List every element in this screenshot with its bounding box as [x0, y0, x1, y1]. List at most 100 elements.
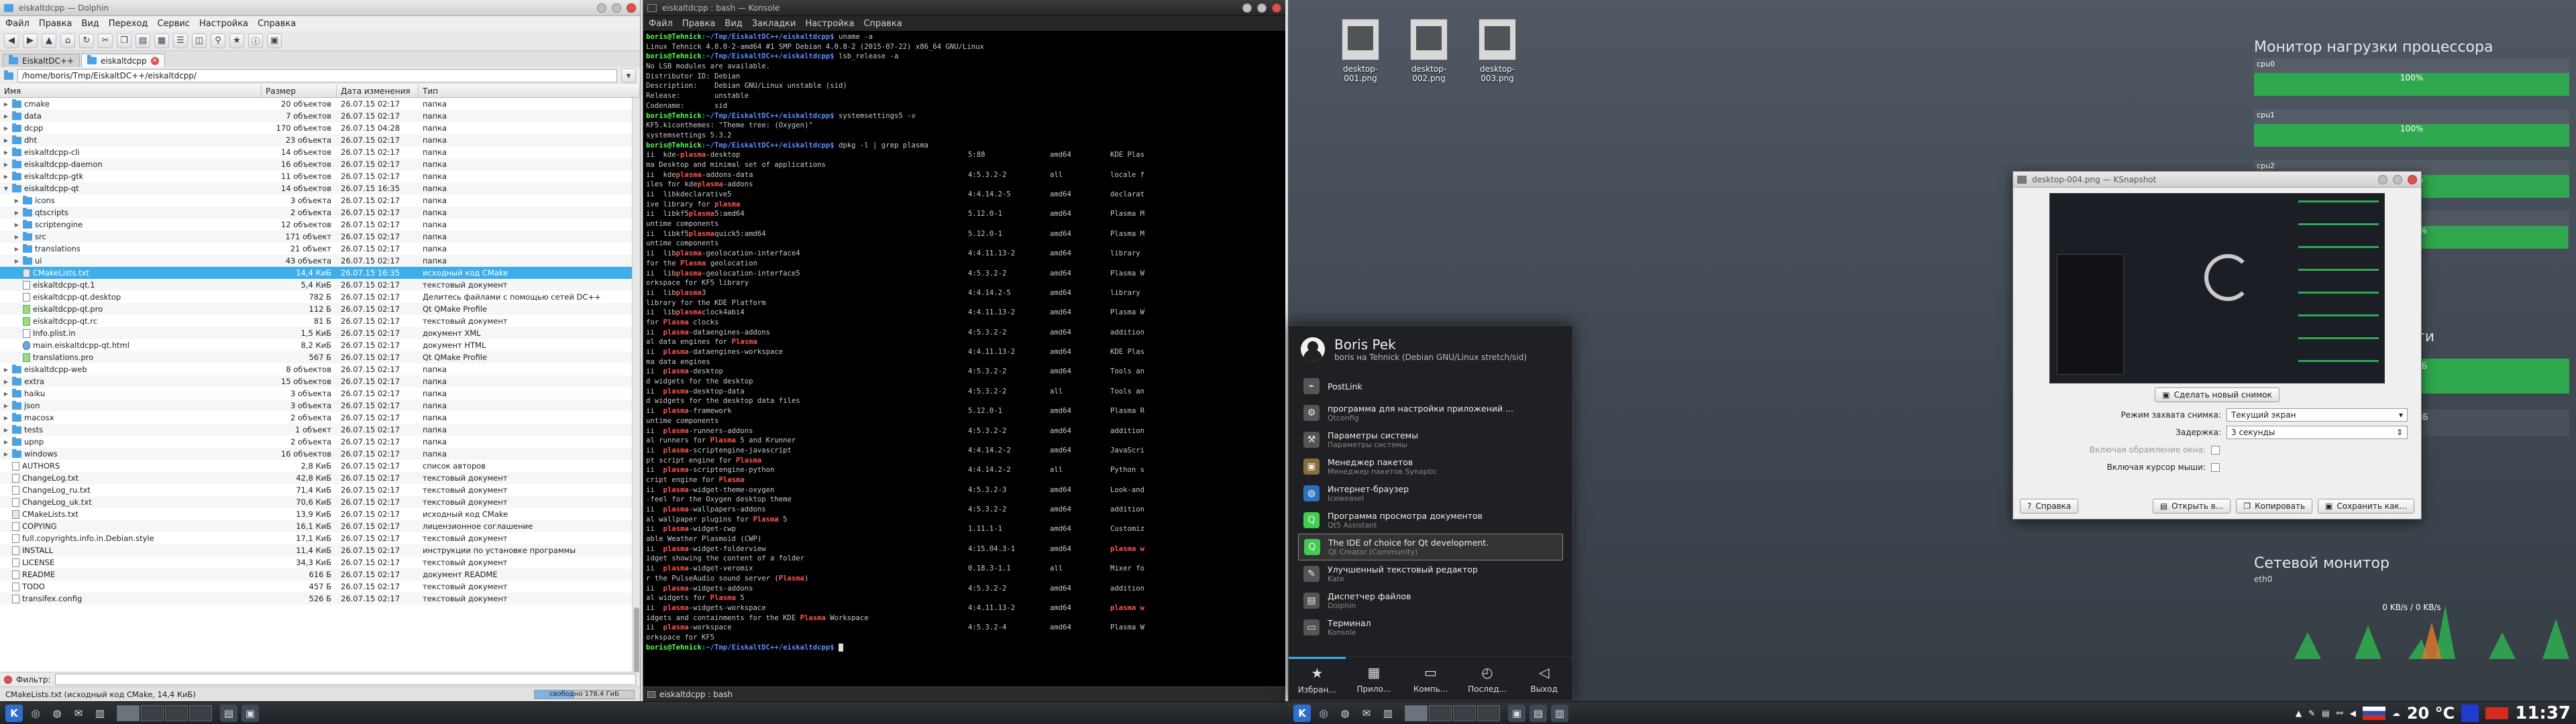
- icons-view-icon[interactable]: ▦: [154, 33, 169, 48]
- keyboard-layout-flag-icon[interactable]: [2362, 706, 2385, 720]
- file-row[interactable]: ▶ windows 16 объектов 26.07.15 02:17 папка: [0, 448, 640, 460]
- column-size[interactable]: Размер: [262, 84, 337, 97]
- filter-input[interactable]: [54, 674, 636, 685]
- expander-icon[interactable]: ▶: [3, 403, 9, 409]
- desktop-3[interactable]: [1453, 705, 1476, 721]
- file-row[interactable]: ▶ extra 15 объектов 26.07.15 02:17 папка: [0, 375, 640, 387]
- bookmark-icon[interactable]: ★: [229, 33, 244, 48]
- expander-icon[interactable]: ▶: [3, 379, 9, 385]
- mail-icon[interactable]: ✉: [1358, 705, 1375, 722]
- save-as-button[interactable]: ▣ Сохранить как...: [2318, 499, 2414, 514]
- browser-icon[interactable]: ◍: [48, 705, 66, 722]
- up-icon[interactable]: ▲: [42, 33, 56, 48]
- maximize-button[interactable]: [2393, 174, 2402, 184]
- calendar-icon[interactable]: ▥: [1379, 705, 1397, 722]
- menu-file[interactable]: Файл: [649, 19, 673, 29]
- file-row[interactable]: TODO 457 Б 26.07.15 02:17 текстовый докумен…: [0, 581, 640, 593]
- calendar-icon[interactable]: ▥: [91, 705, 109, 722]
- file-row[interactable]: ▶ translations 21 объект 26.07.15 02:17 папк…: [0, 243, 640, 255]
- activities-icon[interactable]: ◎: [27, 705, 44, 722]
- clipboard-icon[interactable]: ▤: [2322, 709, 2329, 718]
- menu-settings[interactable]: Настройка: [805, 19, 854, 29]
- expander-icon[interactable]: ▶: [3, 451, 9, 457]
- reload-icon[interactable]: ↻: [79, 33, 94, 48]
- konsole-tab-label[interactable]: eiskaltdcpp : bash: [659, 690, 733, 699]
- close-filter-icon[interactable]: [4, 675, 12, 684]
- weather-icon[interactable]: ☁: [2392, 709, 2400, 718]
- task-window-icon[interactable]: ▥: [1551, 704, 1568, 722]
- menu-view[interactable]: Вид: [724, 19, 742, 29]
- file-row[interactable]: ChangeLog.txt 42,8 КиБ 26.07.15 02:17 текст…: [0, 472, 640, 484]
- network-icon[interactable]: ⚯: [2337, 709, 2343, 718]
- copy-icon[interactable]: ❐: [117, 33, 131, 48]
- desktop-4[interactable]: [189, 705, 212, 721]
- back-icon[interactable]: ◀: [4, 33, 19, 48]
- battery-icon[interactable]: [2485, 707, 2509, 719]
- desktop-file-2[interactable]: desktop-002.png: [1397, 19, 1461, 83]
- terminal-icon[interactable]: ▣: [267, 33, 282, 48]
- expander-icon[interactable]: ▶: [13, 246, 20, 252]
- task-dolphin-icon[interactable]: ▤: [220, 704, 237, 722]
- kde-menu-icon[interactable]: K: [1293, 704, 1311, 722]
- file-row[interactable]: COPYING 16,1 КиБ 26.07.15 02:17 лицензионно…: [0, 520, 640, 532]
- expander-icon[interactable]: ▶: [13, 222, 20, 228]
- favorite-item[interactable]: Q Программа просмотра документов Qt5 Assis…: [1298, 507, 1563, 534]
- volume-icon[interactable]: ◀: [2350, 709, 2356, 718]
- activities-icon[interactable]: ◎: [1315, 705, 1332, 722]
- tab-favorites[interactable]: ★ Избран...: [1289, 657, 1346, 701]
- expander-icon[interactable]: ▶: [3, 391, 9, 397]
- paste-icon[interactable]: ▤: [136, 33, 150, 48]
- tab-applications[interactable]: ▦ Прило...: [1346, 657, 1403, 701]
- capture-mode-select[interactable]: Текущий экран ▾: [2226, 408, 2408, 422]
- file-row[interactable]: ▶ cmake 20 объектов 26.07.15 02:17 папка: [0, 98, 640, 110]
- expander-icon[interactable]: ▶: [3, 137, 9, 143]
- clock[interactable]: 11:37: [2515, 703, 2571, 723]
- column-type[interactable]: Тип: [419, 84, 640, 97]
- file-row[interactable]: LICENSE 34,3 КиБ 26.07.15 02:17 текстовый д…: [0, 556, 640, 568]
- file-row[interactable]: ChangeLog_ru.txt 71,4 КиБ 26.07.15 02:17 те…: [0, 484, 640, 496]
- help-button[interactable]: ? Справка: [2020, 499, 2079, 514]
- file-row[interactable]: eiskaltdcpp-qt.desktop 782 Б 26.07.15 02:1…: [0, 291, 640, 303]
- file-row[interactable]: main.eiskaltdcpp-qt.html 8,2 КиБ 26.07.15 …: [0, 339, 640, 351]
- konsole-titlebar[interactable]: eiskaltdcpp : bash — Konsole: [643, 0, 1285, 16]
- location-dropdown-icon[interactable]: ▾: [621, 68, 636, 83]
- expander-icon[interactable]: ▼: [3, 186, 9, 192]
- menu-edit[interactable]: Правка: [682, 19, 715, 29]
- split-view-icon[interactable]: ◫: [192, 33, 207, 48]
- mail-icon[interactable]: ✉: [70, 705, 87, 722]
- mouse-cursor-checkbox[interactable]: [2211, 463, 2220, 472]
- file-row[interactable]: README 616 Б 26.07.15 02:17 документ README: [0, 568, 640, 581]
- snapshot-preview[interactable]: [2049, 193, 2385, 383]
- tab-leave[interactable]: ◁ Выход: [1515, 657, 1572, 701]
- file-row[interactable]: transifex.config 526 Б 26.07.15 02:17 текст…: [0, 593, 640, 605]
- tab-computer[interactable]: ▭ Компь...: [1402, 657, 1459, 701]
- file-row[interactable]: ▶ eiskaltdcpp-web 8 объектов 26.07.15 02:17…: [0, 363, 640, 375]
- column-name[interactable]: Имя: [0, 84, 262, 97]
- desktop-file-1[interactable]: desktop-001.png: [1328, 19, 1393, 83]
- file-row[interactable]: AUTHORS 2,8 КиБ 26.07.15 02:17 список автор…: [0, 460, 640, 472]
- expander-icon[interactable]: ▶: [3, 439, 9, 445]
- favorite-item[interactable]: ▤ Диспетчер файлов Dolphin: [1298, 587, 1563, 614]
- favorite-item[interactable]: ✎ Улучшенный текстовый редактор Kate: [1298, 560, 1563, 587]
- menu-settings[interactable]: Настройка: [199, 19, 248, 29]
- file-row[interactable]: ChangeLog_uk.txt 70,6 КиБ 26.07.15 02:17 те…: [0, 496, 640, 508]
- details-view-icon[interactable]: ☰: [173, 33, 188, 48]
- favorite-item[interactable]: ▣ Менеджер пакетов Менеджер пакетов Synapt…: [1298, 453, 1563, 480]
- minimize-button[interactable]: [1242, 3, 1252, 13]
- favorite-item[interactable]: ◍ Интернет-браузер Iceweasel: [1298, 480, 1563, 507]
- desktop-2[interactable]: [1429, 705, 1452, 721]
- file-row[interactable]: ▶ json 3 объекта 26.07.15 02:17 папка: [0, 400, 640, 412]
- file-row[interactable]: ▶ tests 1 объект 26.07.15 02:17 папка: [0, 424, 640, 436]
- file-row[interactable]: ▶ ui 43 объекта 26.07.15 02:17 папка: [0, 255, 640, 267]
- terminal-output[interactable]: boris@Tehnick:~/Tmp/EiskaltDC++/eiskaltd…: [643, 31, 1285, 686]
- file-row[interactable]: CMakeLists.txt 13,9 КиБ 26.07.15 02:17 исхо…: [0, 508, 640, 520]
- file-row[interactable]: ▼ eiskaltdcpp-qt 14 объектов 26.07.15 16:35…: [0, 182, 640, 194]
- file-row[interactable]: ▶ dcpp 170 объектов 26.07.15 04:28 папка: [0, 122, 640, 134]
- virtual-desktop-pager[interactable]: [117, 705, 212, 721]
- menu-tools[interactable]: Сервис: [157, 19, 190, 29]
- tab-eiskaltdcpp[interactable]: eiskaltdcpp ✕: [81, 54, 165, 67]
- file-row[interactable]: ▶ eiskaltdcpp-gtk 11 объектов 26.07.15 02:1…: [0, 170, 640, 182]
- temperature[interactable]: 20 °C: [2407, 704, 2455, 723]
- new-snapshot-button[interactable]: ▣ Сделать новый снимок: [2155, 387, 2279, 402]
- desktop-file-3[interactable]: desktop-003.png: [1465, 19, 1529, 83]
